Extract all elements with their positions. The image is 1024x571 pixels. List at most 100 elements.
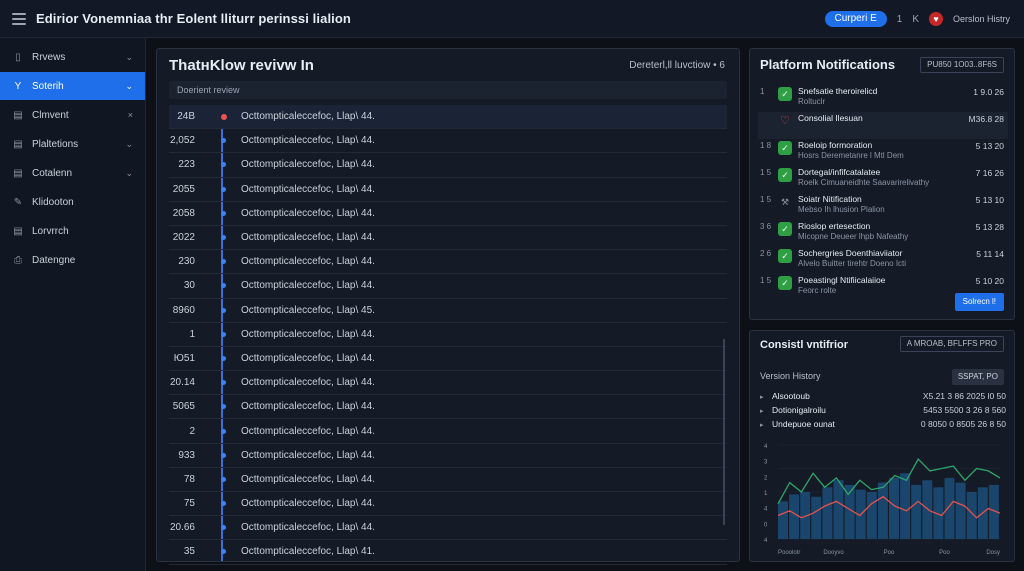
chevron-down-icon[interactable]: ⌄ [125,168,133,179]
history-row[interactable]: ▸ Dotionigalroilu 5453 5500 3 26 8 560 [760,405,1006,419]
chevron-down-icon[interactable]: × [128,110,133,120]
sidebar-item-icon: ▤ [13,167,23,179]
notification-time: 7 16 26 [975,168,1004,178]
list-item[interactable]: 2,052 Octtompticaleccefoc, Llap\ 44. [169,129,727,154]
timeline-dot-icon [221,283,226,289]
heart-icon[interactable]: ♥ [928,12,943,26]
history-row-value: 5453 5500 3 26 8 560 [923,405,1006,415]
notifications-badge[interactable]: PU850 1O03..8F6S [920,57,1004,73]
list-item[interactable]: 2022 Octtompticaleccefoc, Llap\ 44. [169,226,727,251]
notification-title: Poeastingl Ntifiicalaiioe [798,275,886,285]
list-item[interactable]: 2058 Octtompticaleccefoc, Llap\ 44. [169,202,727,226]
row-number: 75 [183,498,195,510]
sidebar-item-3[interactable]: ▤ Plaltetions ⌄ [0,130,145,158]
top-bar: Edirior Vonemniaa thr Eolent lliturr per… [0,0,1024,38]
check-icon[interactable]: ✓ [778,87,792,101]
heart-icon[interactable]: ♡ [778,114,792,128]
sidebar-item-4[interactable]: ▤ Cotalenn ⌄ [0,159,145,187]
chevron-down-icon[interactable]: ⌄ [125,81,133,92]
row-number: 2055 [172,183,195,195]
notification-index: 1 5 [760,168,772,177]
scrollbar[interactable] [723,339,725,525]
sidebar-item-5[interactable]: ✎ Klidooton [0,188,145,216]
notification-index: 1 5 [760,195,772,204]
x-tick-label: Poo [939,550,950,556]
list-item[interactable]: 75 Octtompticaleccefoc, Llap\ 44. [169,492,727,517]
list-item[interactable]: 20.66 Octtompticaleccefoc, Llap\ 44. [169,516,727,541]
row-text: Octtompticaleccefoc, Llap\ 44. [241,449,375,461]
check-icon[interactable]: ✓ [778,168,792,182]
notification-item[interactable]: ♡ Consolial Ilesuan M36.8 28 [758,112,1008,139]
notifications-list: 1 ✓ Snefsatie theroirelicd Roltuclr 1 9.0 26… [758,85,1008,301]
notification-item[interactable]: 1 5 ✓ Dortegal/infifcatalatee Roelk Cimuane… [758,166,1008,193]
list-item[interactable]: Ю51 Octtompticaleccefoc, Llap\ 44. [169,347,727,372]
version-history-button[interactable]: SSPAT, PO [951,369,1004,385]
notifications-title: Platform Notifications [760,57,896,72]
timeline-dot-icon [221,307,226,313]
version-history-link[interactable]: Oerslon Histry [953,14,1010,24]
list-item[interactable]: 24B Octtompticaleccefoc, Llap\ 44. [169,105,727,130]
page-title: ThatнKlow revivw In [169,57,314,74]
history-badge[interactable]: A MROAB, BFLFFS PRO [899,336,1004,352]
chevron-down-icon[interactable]: ⌄ [125,52,133,63]
list-item[interactable]: 5065 Octtompticaleccefoc, Llap\ 44. [169,395,727,420]
list-item[interactable]: 8960 Octtompticaleccefoc, Llap\ 45. [169,299,727,323]
list-item[interactable]: 20.14 Octtompticaleccefoc, Llap\ 44. [169,371,727,396]
notification-item[interactable]: 1 5 ⚒ Soiatr Nitification Mebso Ih lhusion … [758,193,1008,220]
y-tick-label: 0 [764,522,768,528]
notification-item[interactable]: 3 6 ✓ Rioslop ertesection Micopne Deueer lh… [758,220,1008,247]
timeline-dot-icon [221,138,226,144]
list-item[interactable]: 230 Octtompticaleccefoc, Llap\ 44. [169,250,727,275]
check-icon[interactable]: ✓ [778,141,792,155]
notifications-action-button[interactable]: Solrecn l! [954,293,1004,311]
menu-icon[interactable] [12,12,26,25]
timeline-dot-icon [221,380,226,386]
notification-index: 1 5 [760,276,772,285]
sidebar-item-0[interactable]: ▯ Rrvews ⌄ [0,43,145,71]
topbar-right: Curperi E 1 K ♥ Oerslon Histry [824,0,1010,38]
notification-item[interactable]: 1 8 ✓ Roeloip formoration Hosrs Deremetanre… [758,139,1008,166]
notification-time: 5 10 20 [975,276,1004,286]
history-chart-svg: 4 3 2 1 4 0 4 Pooolotr Dooyvo Poo Poo Dosy [764,444,1001,556]
sidebar-item-label: Datengne [32,254,76,266]
check-icon[interactable]: ✓ [778,249,792,263]
sidebar-item-7[interactable]: ⎙ Datengne [0,246,145,274]
row-text: Octtompticaleccefoc, Llap\ 44. [241,256,375,268]
sidebar-item-label: Plaltetions [32,138,79,150]
history-row-label: Dotionigalroilu [772,405,826,415]
row-text: Octtompticaleccefoc, Llap\ 44. [241,159,375,171]
tool-icon[interactable]: ⚒ [778,195,792,209]
sidebar-item-6[interactable]: ▤ Lorvrrch [0,217,145,245]
notification-item[interactable]: 1 ✓ Snefsatie theroirelicd Roltuclr 1 9.0 26 [758,85,1008,112]
check-icon[interactable]: ✓ [778,276,792,290]
notification-item[interactable]: 2 6 ✓ Sochergries Doenthiaviiator Alvelo Bu… [758,247,1008,274]
timeline-dot-icon [221,501,226,507]
list-item[interactable]: 35 Octtompticaleccefoc, Llap\ 41. [169,540,727,565]
sidebar-item-icon: ▤ [13,225,23,237]
x-tick-label: Pooolotr [778,550,800,556]
sidebar-item-icon: Y [14,80,22,92]
timeline-dot-icon [221,452,226,458]
history-row[interactable]: ▸ Undepuoe ounat 0 8050 0 8505 26 8 50 [760,419,1006,433]
list-item[interactable]: 933 Octtompticaleccefoc, Llap\ 44. [169,444,727,468]
list-item[interactable]: 1 Octtompticaleccefoc, Llap\ 44. [169,323,727,347]
list-item[interactable]: 2 Octtompticaleccefoc, Llap\ 44. [169,419,727,444]
sidebar-item-2[interactable]: ▤ Clmvent × [0,101,145,129]
row-text: Octtompticaleccefoc, Llap\ 44. [241,473,375,485]
list-item[interactable]: 2055 Octtompticaleccefoc, Llap\ 44. [169,178,727,202]
list-item[interactable]: 223 Octtompticaleccefoc, Llap\ 44. [169,153,727,178]
sidebar-item-1[interactable]: Y Soterih ⌄ [0,72,145,100]
timeline-dot-icon [221,428,226,434]
chart-bar [889,477,899,539]
timeline-dot-icon [221,210,226,216]
chart-bar [833,480,844,539]
check-icon[interactable]: ✓ [778,222,792,236]
list-item[interactable]: 30 Octtompticaleccefoc, Llap\ 44. [169,274,727,299]
history-row[interactable]: ▸ Alsootoub X5.21 3 86 2025 l0 50 [760,391,1006,405]
notification-subtitle: Mebso Ih lhusion Plalion [798,205,885,214]
list-item[interactable]: 78 Octtompticaleccefoc, Llap\ 44. [169,468,727,492]
current-pill-button[interactable]: Curperi E [824,11,887,27]
row-number: 2,052 [169,135,195,147]
history-row-value: 0 8050 0 8505 26 8 50 [920,419,1006,429]
chevron-down-icon[interactable]: ⌄ [125,139,133,150]
